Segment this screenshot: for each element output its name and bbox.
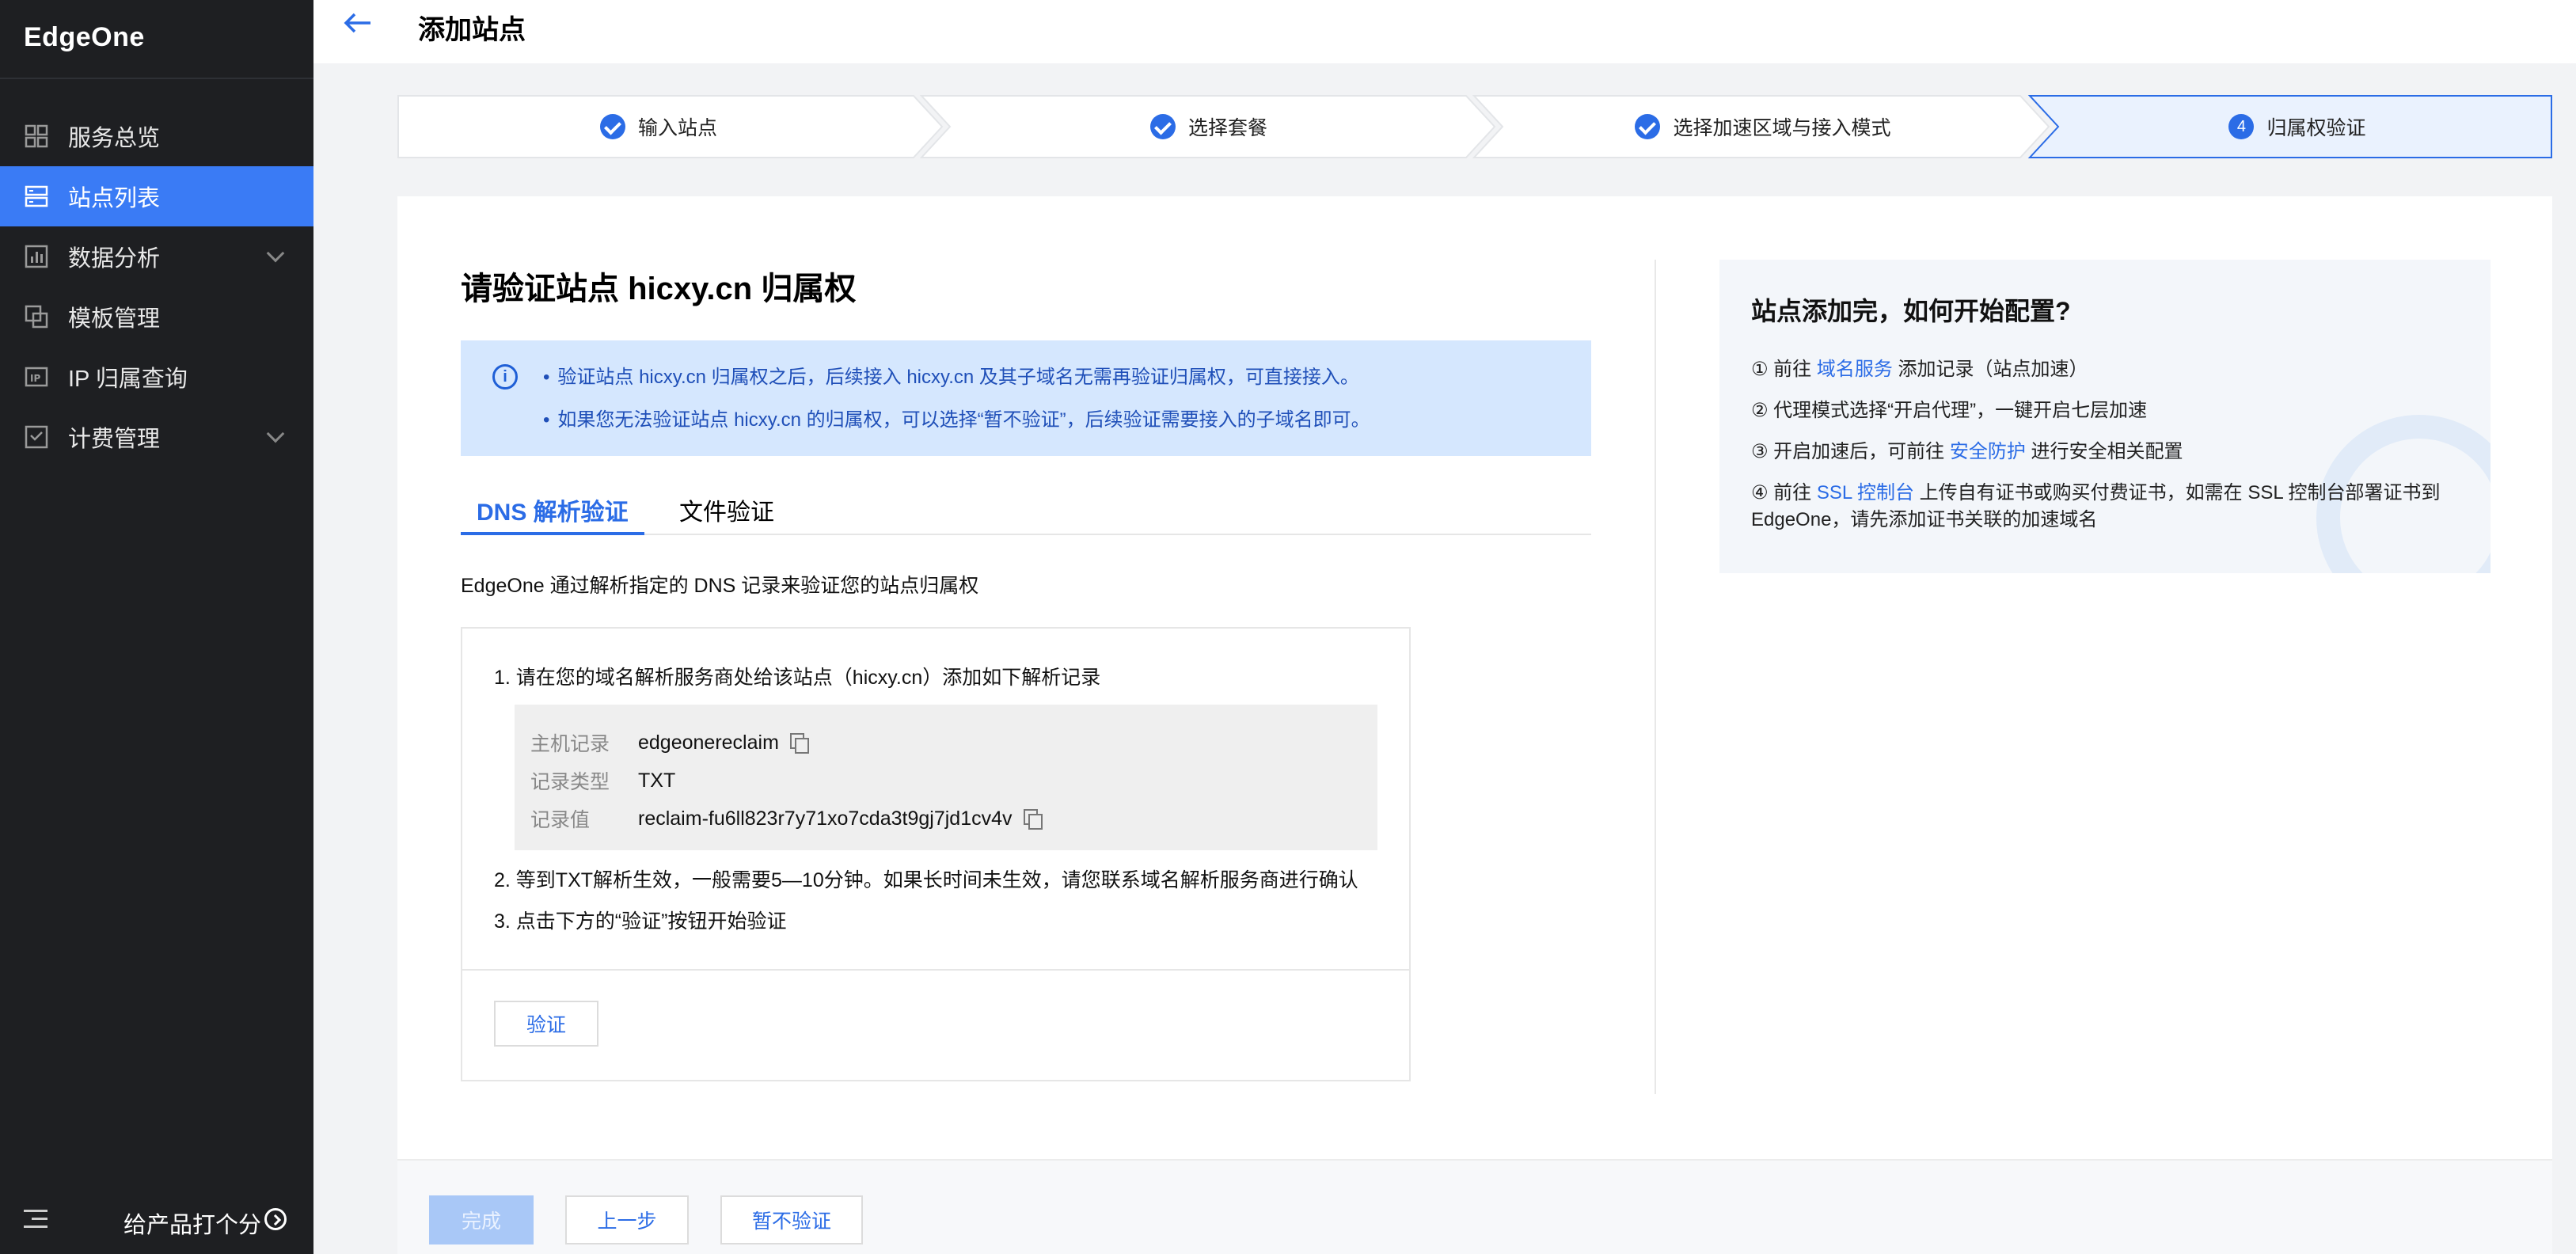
tab-dns-verify[interactable]: DNS 解析验证	[461, 492, 644, 535]
sidebar-item-site-list[interactable]: 站点列表	[0, 166, 313, 226]
record-row-value: 记录值 reclaim-fu6ll823r7y71xo7cda3t9gj7jd1…	[530, 803, 1043, 834]
prev-step-button[interactable]: 上一步	[565, 1195, 689, 1244]
domain-service-link[interactable]: 域名服务	[1817, 359, 1893, 380]
dns-instructions-box: 1. 请在您的域名解析服务商处给该站点（hicxy.cn）添加如下解析记录 主机…	[461, 627, 1411, 1081]
step-select-plan: 选择套餐	[936, 95, 1482, 158]
tab-file-verify[interactable]: 文件验证	[663, 492, 790, 535]
help-panel: 站点添加完，如何开始配置? ① 前往 域名服务 添加记录（站点加速） ② 代理模…	[1719, 260, 2491, 573]
step-input-site: 输入站点	[397, 95, 920, 158]
info-icon: i	[492, 364, 518, 390]
dns-record-panel: 主机记录 edgeonereclaim 记录类型 TXT 记录值 reclaim…	[515, 705, 1377, 850]
list-icon	[24, 184, 49, 209]
sidebar-divider	[0, 78, 313, 79]
sidebar-footer: 给产品打个分	[0, 1184, 313, 1254]
back-arrow-icon[interactable]	[342, 11, 374, 35]
main-card: 请验证站点 hicxy.cn 归属权 i 验证站点 hicxy.cn 归属权之后…	[397, 196, 2552, 1159]
dns-step-1: 1. 请在您的域名解析服务商处给该站点（hicxy.cn）添加如下解析记录	[494, 667, 1101, 689]
info-alert: i 验证站点 hicxy.cn 归属权之后，后续接入 hicxy.cn 及其子域…	[461, 340, 1591, 456]
chart-icon	[24, 244, 49, 269]
help-text: ③ 开启加速后，可前往	[1751, 441, 1950, 462]
column-divider	[1655, 260, 1656, 1094]
info-text: 如果您无法验证站点 hicxy.cn 的归属权，可以选择“暂不验证”，后续验证需…	[543, 404, 1370, 431]
svg-text:IP: IP	[30, 373, 40, 384]
template-icon	[24, 304, 49, 329]
security-link[interactable]: 安全防护	[1950, 441, 2026, 462]
help-text: ① 前往	[1751, 359, 1817, 380]
dns-step-2: 2. 等到TXT解析生效，一般需要5—10分钟。如果长时间未生效，请您联系域名解…	[494, 869, 1358, 891]
record-row-type: 记录类型 TXT	[530, 765, 675, 796]
sidebar-item-label: 站点列表	[68, 186, 161, 211]
info-text: 验证站点 hicxy.cn 归属权之后，后续接入 hicxy.cn 及其子域名无…	[543, 361, 1359, 389]
record-label: 记录类型	[530, 771, 610, 793]
dns-step-3: 3. 点击下方的“验证”按钮开始验证	[494, 910, 787, 933]
chevron-down-icon	[266, 244, 285, 263]
chevron-down-icon	[266, 424, 285, 443]
step-label: 选择套餐	[1187, 117, 1267, 139]
help-text: 进行安全相关配置	[2025, 441, 2183, 462]
sidebar-nav: 服务总览 站点列表 数据分析 模板管理 IP IP 归属查询 计费管理	[0, 106, 313, 467]
dns-description: EdgeOne 通过解析指定的 DNS 记录来验证您的站点归属权	[461, 575, 979, 597]
sidebar-item-label: IP 归属查询	[68, 367, 188, 392]
menu-collapse-icon[interactable]	[24, 1210, 47, 1229]
brand-logo: EdgeOne	[24, 22, 145, 52]
sidebar-item-label: 模板管理	[68, 306, 161, 332]
step-select-region: 选择加速区域与接入模式	[1490, 95, 2036, 158]
record-label: 记录值	[530, 809, 591, 831]
billing-icon	[24, 424, 49, 450]
step-number-badge: 4	[2228, 114, 2255, 139]
verify-button[interactable]: 验证	[494, 1001, 598, 1047]
sidebar-item-label: 计费管理	[68, 427, 161, 452]
record-row-host: 主机记录 edgeonereclaim	[530, 727, 809, 758]
action-bar: 完成 上一步 暂不验证	[397, 1159, 2552, 1254]
page-title: 添加站点	[418, 15, 526, 45]
record-value: TXT	[638, 769, 676, 792]
sidebar-item-label: 服务总览	[68, 126, 161, 151]
ip-icon: IP	[24, 364, 49, 390]
sidebar-item-data-analysis[interactable]: 数据分析	[0, 226, 313, 287]
sidebar-item-billing[interactable]: 计费管理	[0, 407, 313, 467]
sidebar-item-templates[interactable]: 模板管理	[0, 287, 313, 347]
help-title: 站点添加完，如何开始配置?	[1751, 297, 2071, 325]
step-label: 选择加速区域与接入模式	[1673, 117, 1891, 139]
help-step-2: ② 代理模式选择“开启代理”，一键开启七层加速	[1751, 400, 2148, 421]
finish-button[interactable]: 完成	[429, 1195, 534, 1244]
check-circle-icon	[599, 114, 625, 139]
verify-heading: 请验证站点 hicxy.cn 归属权	[461, 272, 857, 306]
record-value: reclaim-fu6ll823r7y71xo7cda3t9gj7jd1cv4v	[638, 807, 1013, 830]
sidebar-item-label: 数据分析	[68, 246, 161, 272]
ssl-console-link[interactable]: SSL 控制台	[1817, 482, 1914, 504]
step-label: 归属权验证	[2266, 117, 2366, 139]
help-step-1: ① 前往 域名服务 添加记录（站点加速）	[1751, 356, 2464, 383]
step-label: 输入站点	[637, 117, 717, 139]
copy-icon[interactable]	[789, 733, 809, 754]
help-text: ④ 前往	[1751, 482, 1817, 504]
grid-icon	[24, 124, 49, 149]
rate-product-link[interactable]: 给产品打个分	[123, 1206, 261, 1240]
sidebar: EdgeOne 服务总览 站点列表 数据分析 模板管理 IP IP 归属查询 计…	[0, 0, 313, 1254]
dns-box-divider	[462, 969, 1409, 971]
check-circle-icon	[1149, 114, 1176, 139]
check-circle-icon	[1635, 114, 1661, 139]
chevron-right-circle-icon[interactable]	[264, 1208, 287, 1230]
help-step-3: ③ 开启加速后，可前往 安全防护 进行安全相关配置	[1751, 439, 2464, 466]
help-step-4: ④ 前往 SSL 控制台 上传自有证书或购买付费证书，如需在 SSL 控制台部署…	[1751, 480, 2464, 534]
step-ownership-verify: 4 归属权验证	[2044, 95, 2551, 158]
verify-tabs: DNS 解析验证 文件验证	[461, 492, 1591, 535]
sidebar-item-overview[interactable]: 服务总览	[0, 106, 313, 166]
page-header: 添加站点	[313, 0, 2576, 63]
record-label: 主机记录	[530, 733, 610, 755]
help-text: 添加记录（站点加速）	[1892, 359, 2088, 380]
skip-verify-button[interactable]: 暂不验证	[720, 1195, 863, 1244]
copy-icon[interactable]	[1023, 809, 1043, 830]
sidebar-item-ip-lookup[interactable]: IP IP 归属查询	[0, 347, 313, 407]
record-value: edgeonereclaim	[638, 731, 779, 754]
step-indicator: 输入站点 选择套餐 选择加速区域与接入模式 4 归属权验证	[397, 95, 2552, 158]
